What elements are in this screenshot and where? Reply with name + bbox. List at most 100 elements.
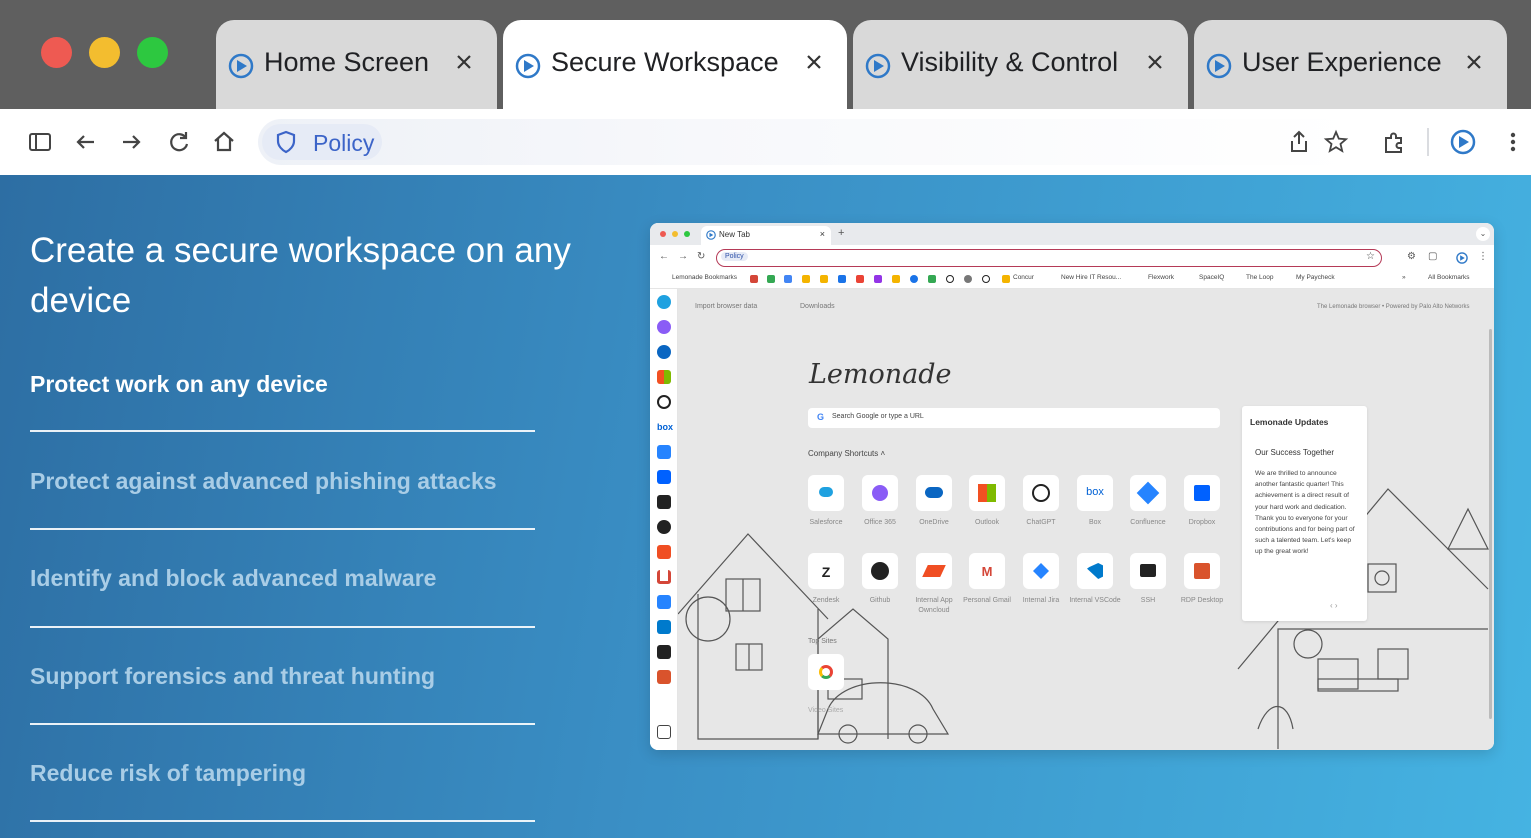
reload-icon[interactable] bbox=[166, 129, 192, 155]
close-icon: × bbox=[819, 229, 825, 239]
bookmark-icon bbox=[802, 275, 810, 283]
shortcut-label: Outlook bbox=[974, 519, 1000, 526]
all-bookmarks: All Bookmarks bbox=[1428, 274, 1470, 281]
preview-tab-label: New Tab bbox=[719, 230, 750, 239]
bookmark-item: The Loop bbox=[1246, 274, 1274, 281]
preview-close-dot bbox=[660, 231, 666, 237]
forward-icon[interactable] bbox=[118, 129, 144, 155]
shortcut-label: OneDrive bbox=[919, 519, 949, 526]
menu-icon[interactable] bbox=[1500, 129, 1526, 155]
bookmark-icon bbox=[964, 275, 972, 283]
bookmark-item: Concur bbox=[1013, 274, 1034, 281]
extensions-icon[interactable] bbox=[1381, 129, 1407, 155]
feature-divider bbox=[30, 528, 535, 530]
shortcut-tile bbox=[1184, 553, 1220, 589]
shortcut-label: Salesforce bbox=[809, 519, 843, 526]
shortcut-tile: box bbox=[1077, 475, 1113, 511]
updates-card: Lemonade Updates Our Success Together We… bbox=[1242, 406, 1367, 621]
bookmark-icon bbox=[838, 275, 846, 283]
company-shortcuts-title: Company Shortcuts ˄ bbox=[808, 449, 886, 458]
microsoft-icon bbox=[657, 370, 671, 384]
sidebar-icon[interactable] bbox=[27, 129, 53, 155]
updates-subtitle: Our Success Together bbox=[1255, 448, 1335, 457]
shortcut-tile: Z bbox=[808, 553, 844, 589]
concur-icon bbox=[1002, 275, 1010, 283]
downloads-link: Downloads bbox=[800, 303, 835, 310]
shortcut-label: Internal Jira bbox=[1022, 597, 1060, 604]
star-icon[interactable] bbox=[1323, 129, 1349, 155]
shortcut-tile bbox=[969, 475, 1005, 511]
bookmarks-bar: Lemonade Bookmarks Concur New Hire IT Re… bbox=[650, 271, 1494, 289]
shortcut-label: Box bbox=[1088, 519, 1102, 526]
close-icon[interactable] bbox=[803, 51, 825, 73]
docs-icon bbox=[784, 275, 792, 283]
top-site-label: Video Sites bbox=[808, 707, 844, 714]
bookmark-icon bbox=[928, 275, 936, 283]
feature-protect-work[interactable]: Protect work on any device bbox=[30, 371, 535, 398]
drive-icon bbox=[767, 275, 775, 283]
profile-icon[interactable] bbox=[1450, 129, 1476, 155]
salesforce-icon bbox=[657, 295, 671, 309]
shortcut-tile bbox=[1184, 475, 1220, 511]
tab-visibility-control[interactable]: Visibility & Control bbox=[853, 20, 1188, 109]
shield-icon bbox=[276, 130, 296, 154]
search-placeholder: Search Google or type a URL bbox=[832, 413, 924, 420]
profile-icon bbox=[1456, 252, 1468, 264]
feature-tampering[interactable]: Reduce risk of tampering bbox=[30, 760, 535, 787]
close-icon[interactable] bbox=[453, 51, 475, 73]
tab-home-screen[interactable]: Home Screen bbox=[216, 20, 497, 109]
new-tab-icon: + bbox=[838, 227, 845, 239]
feature-divider bbox=[30, 626, 535, 628]
tab-user-experience[interactable]: User Experience bbox=[1194, 20, 1507, 109]
office365-icon bbox=[657, 320, 671, 334]
new-tab-page: Import browser data Downloads The Lemona… bbox=[678, 289, 1494, 750]
bookmark-icon bbox=[910, 275, 918, 283]
shortcut-tile bbox=[916, 475, 952, 511]
close-icon[interactable] bbox=[1463, 51, 1485, 73]
preview-scrollbar bbox=[1489, 329, 1492, 719]
shortcut-tile: M bbox=[969, 553, 1005, 589]
tab-label: Secure Workspace bbox=[551, 47, 779, 77]
bookmarks-overflow: » bbox=[1402, 274, 1406, 281]
bookmark-icon bbox=[946, 275, 954, 283]
bookmark-item: New Hire IT Resou... bbox=[1061, 274, 1122, 281]
minimize-window-button[interactable] bbox=[89, 37, 120, 68]
import-data-link: Import browser data bbox=[695, 303, 758, 310]
bookmark-icon bbox=[856, 275, 864, 283]
feature-forensics[interactable]: Support forensics and threat hunting bbox=[30, 663, 535, 690]
google-icon: G bbox=[817, 412, 825, 422]
menu-icon: ⋮ bbox=[1478, 251, 1488, 262]
shortcut-label: Dropbox bbox=[1188, 519, 1216, 526]
owncloud-icon bbox=[657, 545, 671, 559]
maximize-window-button[interactable] bbox=[137, 37, 168, 68]
close-icon[interactable] bbox=[1144, 51, 1166, 73]
shortcut-label: Personal Gmail bbox=[963, 597, 1011, 604]
tab-secure-workspace[interactable]: Secure Workspace bbox=[503, 20, 847, 109]
lemonade-wordmark: Lemonade bbox=[809, 359, 952, 390]
shortcut-tile bbox=[1130, 553, 1166, 589]
lemonade-logo-icon bbox=[865, 53, 891, 79]
preview-maximize-dot bbox=[684, 231, 690, 237]
updates-body: We are thrilled to announce another fant… bbox=[1255, 470, 1355, 556]
feature-phishing[interactable]: Protect against advanced phishing attack… bbox=[30, 468, 535, 495]
feature-malware[interactable]: Identify and block advanced malware bbox=[30, 565, 535, 592]
preview-address-bar: Policy ☆ bbox=[716, 249, 1382, 267]
share-icon[interactable] bbox=[1286, 129, 1312, 155]
rdp-icon bbox=[657, 670, 671, 684]
bookmark-item: SpaceIQ bbox=[1199, 274, 1225, 281]
policy-chip[interactable]: Policy bbox=[262, 124, 382, 160]
preview-tab-bar: New Tab × + ⌄ bbox=[650, 223, 1494, 245]
shortcut-label: Internal App Owncloud bbox=[915, 597, 953, 614]
back-icon[interactable] bbox=[73, 129, 99, 155]
address-bar[interactable] bbox=[258, 119, 1358, 165]
settings-icon: ⚙ bbox=[1407, 251, 1416, 262]
home-icon[interactable] bbox=[211, 129, 237, 155]
shortcut-label: Confluence bbox=[1130, 519, 1166, 526]
shortcut-tile bbox=[862, 475, 898, 511]
preview-toolbar: ← → ↻ Policy ☆ ⚙ ▢ ⋮ bbox=[650, 245, 1494, 271]
shortcut-tile bbox=[1023, 475, 1059, 511]
lemonade-logo-icon bbox=[228, 53, 254, 79]
close-window-button[interactable] bbox=[41, 37, 72, 68]
feature-divider bbox=[30, 723, 535, 725]
shortcut-tile bbox=[1023, 553, 1059, 589]
